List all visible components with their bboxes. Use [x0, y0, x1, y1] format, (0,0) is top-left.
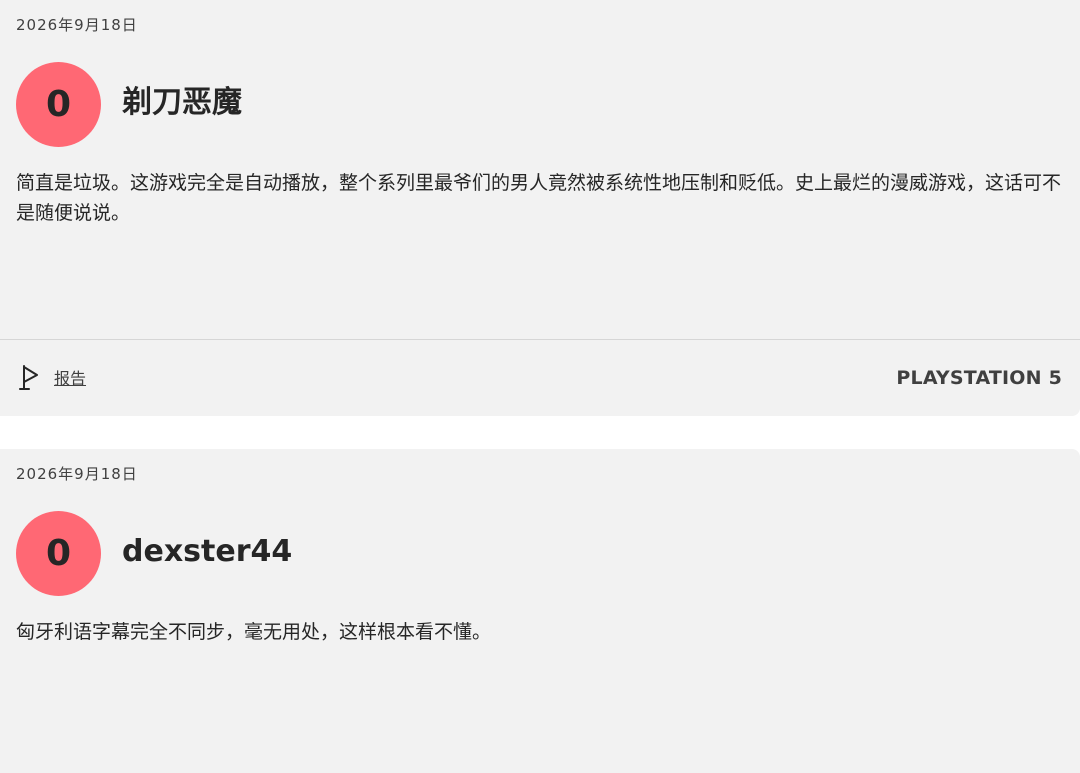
score-badge: 0 — [16, 511, 101, 596]
review-card: 2026年9月18日 0 dexster44 匈牙利语字幕完全不同步，毫无用处，… — [0, 449, 1080, 773]
review-author[interactable]: dexster44 — [122, 529, 292, 575]
report-button[interactable]: 报告 — [18, 362, 86, 392]
review-date: 2026年9月18日 — [16, 465, 138, 483]
reviews-page: 2026年9月18日 0 剃刀恶魔 简直是垃圾。这游戏完全是自动播放，整个系列里… — [0, 0, 1080, 773]
report-link[interactable]: 报告 — [54, 365, 86, 389]
review-text: 匈牙利语字幕完全不同步，毫无用处，这样根本看不懂。 — [16, 621, 492, 643]
review-text: 简直是垃圾。这游戏完全是自动播放，整个系列里最爷们的男人竟然被系统性地压制和贬低… — [16, 172, 1062, 224]
review-date: 2026年9月18日 — [16, 16, 138, 34]
review-author[interactable]: 剃刀恶魔 — [122, 80, 242, 126]
platform-label: PLAYSTATION 5 — [896, 367, 1062, 389]
review-card: 2026年9月18日 0 剃刀恶魔 简直是垃圾。这游戏完全是自动播放，整个系列里… — [0, 0, 1080, 416]
score-badge: 0 — [16, 62, 101, 147]
divider — [0, 339, 1080, 340]
flag-icon — [18, 362, 40, 392]
